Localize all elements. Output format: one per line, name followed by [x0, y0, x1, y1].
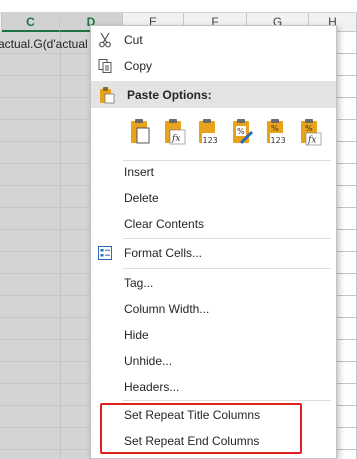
paste-formula-icon[interactable]: fx — [163, 118, 187, 146]
menu-item-column-width[interactable]: Column Width... — [91, 296, 336, 322]
menu-item-unhide[interactable]: Unhide... — [91, 348, 336, 374]
menu-separator — [123, 268, 331, 269]
menu-item-delete[interactable]: Delete — [91, 185, 336, 211]
svg-text:%: % — [305, 124, 313, 133]
paste-icon-caption: 123 — [271, 136, 286, 145]
menu-separator — [123, 238, 331, 239]
menu-item-copy[interactable]: Copy — [91, 53, 336, 79]
menu-item-label: Format Cells... — [124, 246, 203, 260]
copy-icon — [97, 58, 113, 74]
paste-icon-caption: % — [237, 127, 245, 136]
menu-item-label: Cut — [124, 33, 143, 47]
menu-item-tag[interactable]: Tag... — [91, 270, 336, 296]
svg-text:%: % — [271, 124, 279, 133]
menu-item-label: Unhide... — [124, 354, 173, 368]
paste-formatting-icon[interactable]: % — [231, 118, 255, 146]
menu-item-label: Delete — [124, 191, 159, 205]
context-menu: Cut Copy Paste Options: fx 123 % % 123 %… — [90, 25, 337, 459]
paste-icon-caption: fx — [307, 136, 316, 146]
menu-item-headers[interactable]: Headers... — [91, 374, 336, 400]
scissors-icon — [97, 32, 113, 48]
paste-options-header: Paste Options: — [91, 81, 336, 108]
paste-formula-number-format-icon[interactable]: % fx — [299, 118, 323, 146]
top-strip — [0, 0, 357, 13]
paste-icon[interactable] — [129, 118, 153, 146]
paste-icon-caption: fx — [171, 134, 180, 144]
menu-item-label: Hide — [124, 328, 149, 342]
menu-item-hide[interactable]: Hide — [91, 322, 336, 348]
paste-options-label: Paste Options: — [127, 87, 212, 102]
menu-item-label: Tag... — [124, 276, 154, 290]
menu-item-label: Headers... — [124, 380, 180, 394]
menu-item-cut[interactable]: Cut — [91, 27, 336, 53]
menu-item-insert[interactable]: Insert — [91, 159, 336, 185]
column-header-c[interactable]: C — [2, 13, 60, 32]
highlight-box — [100, 403, 302, 454]
menu-item-label: Copy — [124, 59, 153, 73]
menu-item-label: Insert — [124, 165, 155, 179]
menu-separator — [123, 400, 331, 401]
menu-item-label: Clear Contents — [124, 217, 205, 231]
menu-item-format-cells[interactable]: Format Cells... — [91, 240, 336, 266]
paste-values-icon[interactable]: 123 — [197, 118, 221, 146]
paste-icon-caption: 123 — [203, 136, 218, 145]
paste-values-number-format-icon[interactable]: % 123 — [265, 118, 289, 146]
paste-options-row: fx 123 % % 123 % fx — [129, 118, 329, 146]
menu-item-clear-contents[interactable]: Clear Contents — [91, 211, 336, 237]
cell-c1-text[interactable]: actual.G(d'actual — [0, 37, 98, 51]
format-cells-icon — [97, 245, 113, 261]
grid-line — [60, 32, 61, 459]
menu-item-label: Column Width... — [124, 302, 210, 316]
clipboard-icon — [99, 86, 115, 104]
